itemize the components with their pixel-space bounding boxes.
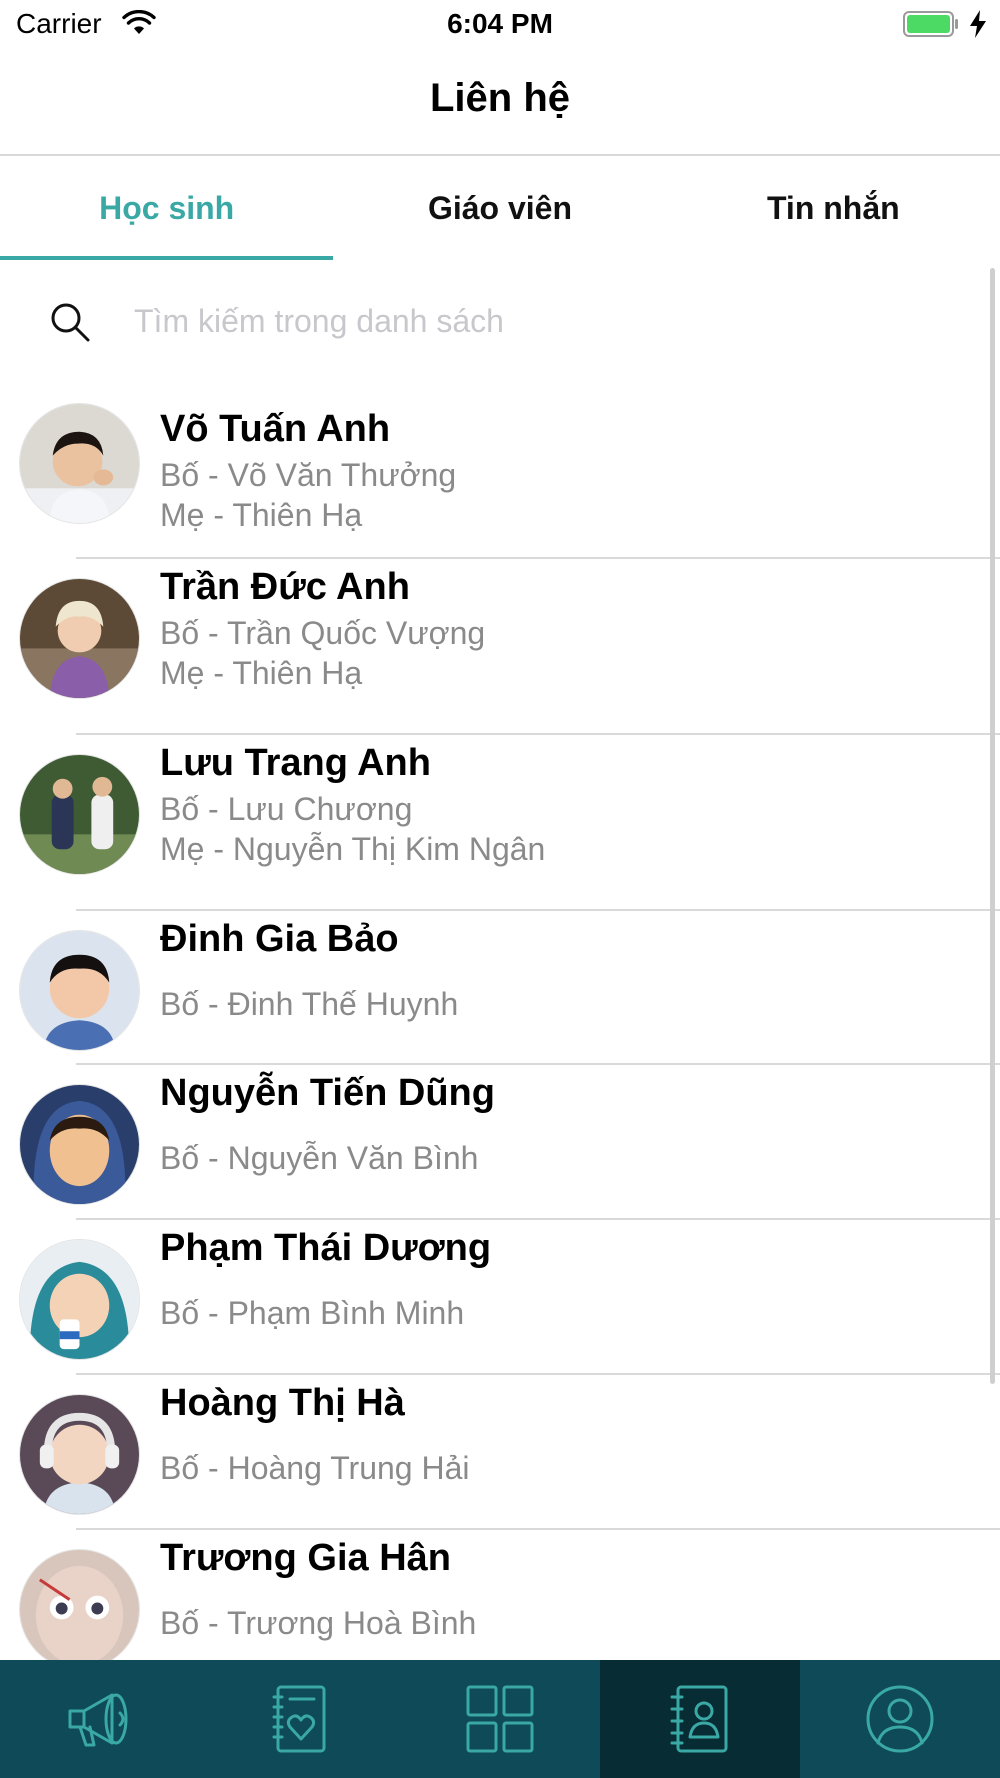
tab-dashboard[interactable] bbox=[400, 1660, 600, 1778]
charging-bolt-icon bbox=[970, 10, 986, 38]
page-title: Liên hệ bbox=[429, 76, 571, 120]
contact-name: Phạm Thái Dương bbox=[160, 1227, 492, 1269]
contact-parent: Bố - Đinh Thế Huynh bbox=[160, 986, 459, 1022]
tab-announcements[interactable] bbox=[0, 1660, 200, 1778]
grid-icon bbox=[466, 1685, 534, 1753]
contact-parent: Mẹ - Thiên Hạ bbox=[160, 497, 363, 533]
search-input[interactable] bbox=[134, 296, 954, 346]
avatar bbox=[19, 403, 140, 524]
search-icon bbox=[51, 303, 90, 342]
contact-name: Hoàng Thị Hà bbox=[160, 1382, 405, 1424]
contact-name: Trương Gia Hân bbox=[160, 1537, 452, 1579]
contact-parent: Bố - Nguyễn Văn Bình bbox=[160, 1140, 479, 1176]
notebook-heart-icon bbox=[272, 1685, 326, 1753]
active-tab-indicator bbox=[0, 256, 333, 260]
tab-messages[interactable]: Tin nhắn bbox=[667, 156, 1000, 260]
megaphone-icon bbox=[68, 1693, 128, 1747]
status-time: 6:04 PM bbox=[447, 8, 553, 39]
list-item[interactable]: Lưu Trang Anh Bố - Lưu Chương Mẹ - Nguyễ… bbox=[0, 734, 1000, 911]
contact-parent: Mẹ - Thiên Hạ bbox=[160, 655, 363, 691]
list-item[interactable]: Trần Đức Anh Bố - Trần Quốc Vượng Mẹ - T… bbox=[0, 558, 1000, 735]
contact-name: Võ Tuấn Anh bbox=[160, 408, 391, 450]
contact-parent: Bố - Hoàng Trung Hải bbox=[160, 1450, 470, 1486]
list-item[interactable]: Nguyễn Tiến Dũng Bố - Nguyễn Văn Bình bbox=[0, 1064, 1000, 1220]
list-item[interactable]: Đinh Gia Bảo Bố - Đinh Thế Huynh bbox=[0, 910, 1000, 1065]
profile-icon bbox=[866, 1685, 934, 1753]
tab-notebook[interactable] bbox=[200, 1660, 400, 1778]
tab-contacts[interactable] bbox=[600, 1660, 800, 1778]
contact-parent: Bố - Trần Quốc Vượng bbox=[160, 615, 486, 651]
tab-profile[interactable] bbox=[800, 1660, 1000, 1778]
avatar bbox=[19, 578, 140, 699]
contact-parent: Bố - Lưu Chương bbox=[160, 791, 413, 827]
contact-name: Lưu Trang Anh bbox=[160, 742, 431, 784]
list-item[interactable]: Hoàng Thị Hà Bố - Hoàng Trung Hải bbox=[0, 1374, 1000, 1530]
contact-parent: Mẹ - Nguyễn Thị Kim Ngân bbox=[160, 831, 546, 867]
avatar bbox=[19, 754, 140, 875]
contacts-screen: Carrier 6:04 PM Liên hệ Học sinh Giáo vi… bbox=[0, 0, 1000, 1778]
segment-tabs: Học sinh Giáo viên Tin nhắn bbox=[0, 156, 1000, 260]
battery-icon bbox=[903, 11, 958, 37]
contact-name: Đinh Gia Bảo bbox=[160, 918, 399, 960]
tab-teachers[interactable]: Giáo viên bbox=[333, 156, 666, 260]
bottom-tab-bar bbox=[0, 1660, 1000, 1778]
avatar bbox=[19, 1084, 140, 1205]
status-bar: Carrier 6:04 PM bbox=[0, 0, 1000, 50]
contact-parent: Bố - Võ Văn Thưởng bbox=[160, 457, 457, 493]
list-item[interactable]: Phạm Thái Dương Bố - Phạm Bình Minh bbox=[0, 1219, 1000, 1375]
contact-parent: Bố - Phạm Bình Minh bbox=[160, 1295, 465, 1331]
contact-name: Trần Đức Anh bbox=[160, 566, 410, 608]
avatar bbox=[19, 930, 140, 1051]
tab-students[interactable]: Học sinh bbox=[0, 156, 333, 260]
list-item[interactable]: Võ Tuấn Anh Bố - Võ Văn Thưởng Mẹ - Thiê… bbox=[0, 400, 1000, 559]
avatar bbox=[19, 1549, 140, 1670]
contact-parent: Bố - Trương Hoà Bình bbox=[160, 1605, 477, 1641]
contacts-book-icon bbox=[670, 1685, 728, 1753]
scrollbar[interactable] bbox=[990, 268, 995, 1384]
avatar bbox=[19, 1239, 140, 1360]
contact-name: Nguyễn Tiến Dũng bbox=[160, 1072, 495, 1114]
avatar bbox=[19, 1394, 140, 1515]
